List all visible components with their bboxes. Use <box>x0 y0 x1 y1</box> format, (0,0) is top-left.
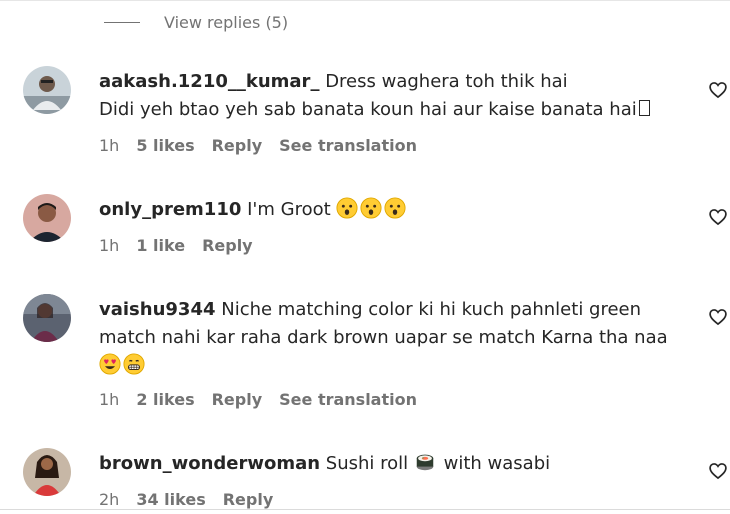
heart-outline-icon[interactable] <box>708 307 728 327</box>
comment-text-continued: with wasabi <box>443 453 551 474</box>
see-translation-button[interactable]: See translation <box>279 136 417 155</box>
comment-text: Niche matching color ki hi kuch pahnleti… <box>221 299 642 320</box>
comment-username[interactable]: aakash.1210__kumar_ <box>99 71 319 92</box>
avatar[interactable] <box>23 448 71 496</box>
comment-username[interactable]: vaishu9344 <box>99 299 216 320</box>
replies-dash <box>104 21 140 23</box>
comment-username[interactable]: only_prem110 <box>99 199 241 220</box>
comment-username[interactable]: brown_wonderwoman <box>99 453 320 474</box>
comment-text-line: match nahi kar raha dark brown uapar se … <box>99 327 668 348</box>
comment-text-line: Didi yeh btao yeh sab banata koun hai au… <box>99 99 637 120</box>
view-replies-label: View replies (5) <box>164 12 289 32</box>
top-divider <box>0 0 730 1</box>
heart-outline-icon[interactable] <box>708 80 728 100</box>
sushi-emoji <box>414 451 436 473</box>
comment-likes[interactable]: 2 likes <box>136 390 194 409</box>
reply-button[interactable]: Reply <box>223 490 274 509</box>
heart-eyes-emoji <box>99 353 121 375</box>
grimacing-face-emoji <box>123 353 145 375</box>
bottom-divider <box>0 509 730 510</box>
avatar[interactable] <box>23 66 71 114</box>
unknown-glyph-icon <box>638 100 650 116</box>
comment-time: 1h <box>99 236 120 255</box>
comment-likes[interactable]: 1 like <box>136 236 185 255</box>
reply-button[interactable]: Reply <box>202 236 253 255</box>
comment-likes[interactable]: 34 likes <box>136 490 205 509</box>
comment-text: I'm Groot <box>247 199 331 220</box>
avatar[interactable] <box>23 194 71 242</box>
comment-text: Sushi roll <box>325 453 409 474</box>
see-translation-button[interactable]: See translation <box>279 390 417 409</box>
reply-button[interactable]: Reply <box>212 136 263 155</box>
hushed-face-emoji <box>360 197 382 219</box>
comment-time: 2h <box>99 490 120 509</box>
heart-outline-icon[interactable] <box>708 461 728 481</box>
avatar[interactable] <box>23 294 71 342</box>
reply-button[interactable]: Reply <box>212 390 263 409</box>
view-replies-button[interactable]: View replies (5) <box>104 10 288 34</box>
comment-time: 1h <box>99 390 120 409</box>
comment-time: 1h <box>99 136 120 155</box>
hushed-face-emoji <box>384 197 406 219</box>
hushed-face-emoji <box>336 197 358 219</box>
heart-outline-icon[interactable] <box>708 207 728 227</box>
comment-text: Dress waghera toh thik hai <box>325 71 568 92</box>
comment-likes[interactable]: 5 likes <box>136 136 194 155</box>
